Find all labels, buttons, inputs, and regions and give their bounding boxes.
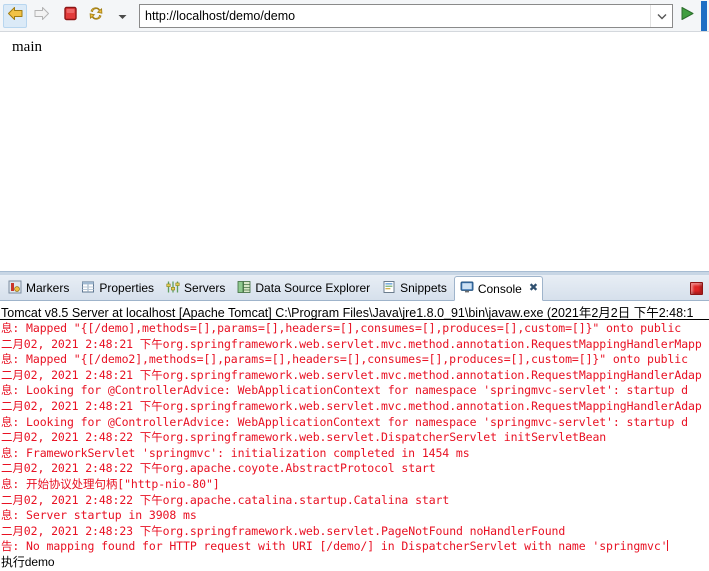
forward-arrow-icon	[33, 6, 50, 26]
console-line: 息: Looking for @ControllerAdvice: WebApp…	[1, 414, 688, 429]
console-line: 二月02, 2021 2:48:22 下午org.apache.catalina…	[1, 492, 450, 507]
url-input[interactable]: http://localhost/demo/demo	[140, 9, 650, 23]
tab-label: Data Source Explorer	[255, 281, 371, 295]
stop-icon	[63, 6, 78, 26]
properties-icon	[81, 280, 95, 297]
terminate-stop-icon[interactable]	[690, 281, 703, 295]
servers-icon	[166, 280, 180, 297]
console-icon	[460, 280, 474, 297]
console-line: 二月02, 2021 2:48:22 下午org.apache.coyote.A…	[1, 461, 436, 476]
console-line-text: 告: No mapping found for HTTP request wit…	[1, 539, 668, 554]
console-line: 息: Server startup in 3908 ms	[1, 508, 197, 523]
eclipse-view-panel: Markers Properties Servers Data Source E…	[0, 271, 709, 571]
console-line: 执行demo	[1, 554, 55, 569]
refresh-button[interactable]	[84, 4, 108, 28]
tab-label: Console	[477, 281, 522, 296]
tab-label: Servers	[184, 281, 226, 295]
window-edge-accent	[701, 0, 707, 31]
tab-data-source-explorer[interactable]: Data Source Explorer	[232, 276, 377, 300]
go-play-icon	[679, 6, 695, 26]
console-line: 息: FrameworkServlet 'springmvc': initial…	[1, 445, 470, 460]
url-history-dropdown-button[interactable]	[650, 4, 672, 27]
console-process-header: Tomcat v8.5 Server at localhost [Apache …	[0, 301, 709, 320]
go-button[interactable]	[676, 4, 698, 28]
console-line: 二月02, 2021 2:48:22 下午org.springframework…	[1, 430, 607, 445]
console-line: 息: Mapped "{[/demo],methods=[],params=[]…	[1, 321, 682, 335]
console-line: 息: Looking for @ControllerAdvice: WebApp…	[1, 383, 688, 398]
snippets-icon	[382, 280, 396, 297]
console-output[interactable]: 息: Mapped "{[/demo],methods=[],params=[]…	[0, 320, 709, 571]
address-bar[interactable]: http://localhost/demo/demo	[139, 3, 673, 28]
tab-label: Markers	[26, 281, 70, 295]
view-tabbar: Markers Properties Servers Data Source E…	[0, 275, 709, 301]
console-line: 二月02, 2021 2:48:21 下午org.springframework…	[1, 367, 702, 382]
toolbar-dropdown-button[interactable]	[110, 4, 134, 28]
screenshot-root: http://localhost/demo/demo main Markers …	[0, 0, 709, 571]
page-body-text: main	[12, 39, 42, 55]
forward-button[interactable]	[29, 4, 53, 28]
tab-servers[interactable]: Servers	[161, 276, 232, 300]
console-line: 二月02, 2021 2:48:21 下午org.springframework…	[1, 336, 702, 351]
view-toolbar	[690, 275, 709, 301]
tab-markers[interactable]: Markers	[3, 276, 76, 300]
console-line: 告: No mapping found for HTTP request wit…	[0, 539, 709, 555]
back-arrow-icon	[7, 6, 24, 26]
console-line: 二月02, 2021 2:48:23 下午org.springframework…	[1, 523, 566, 538]
stop-button[interactable]	[58, 4, 82, 28]
console-line: 二月02, 2021 2:48:21 下午org.springframework…	[1, 398, 702, 413]
browser-toolbar: http://localhost/demo/demo	[0, 0, 709, 32]
console-line: 息: 开始协议处理句柄["http-nio-80"]	[1, 476, 220, 491]
back-button[interactable]	[3, 3, 27, 28]
tab-label: Properties	[99, 281, 155, 295]
chevron-down-icon	[657, 7, 667, 25]
text-caret	[667, 540, 669, 552]
browser-page-content: main	[0, 32, 709, 271]
tab-console[interactable]: Console ✖	[453, 276, 544, 301]
console-line: 息: Mapped "{[/demo2],methods=[],params=[…	[1, 352, 688, 367]
refresh-icon	[88, 6, 104, 26]
tab-label: Snippets	[400, 281, 447, 295]
markers-icon	[8, 280, 22, 297]
tab-properties[interactable]: Properties	[76, 276, 161, 300]
database-icon	[237, 280, 251, 297]
tab-snippets[interactable]: Snippets	[377, 276, 454, 300]
close-icon[interactable]: ✖	[529, 283, 538, 294]
chevron-down-icon	[118, 7, 127, 25]
